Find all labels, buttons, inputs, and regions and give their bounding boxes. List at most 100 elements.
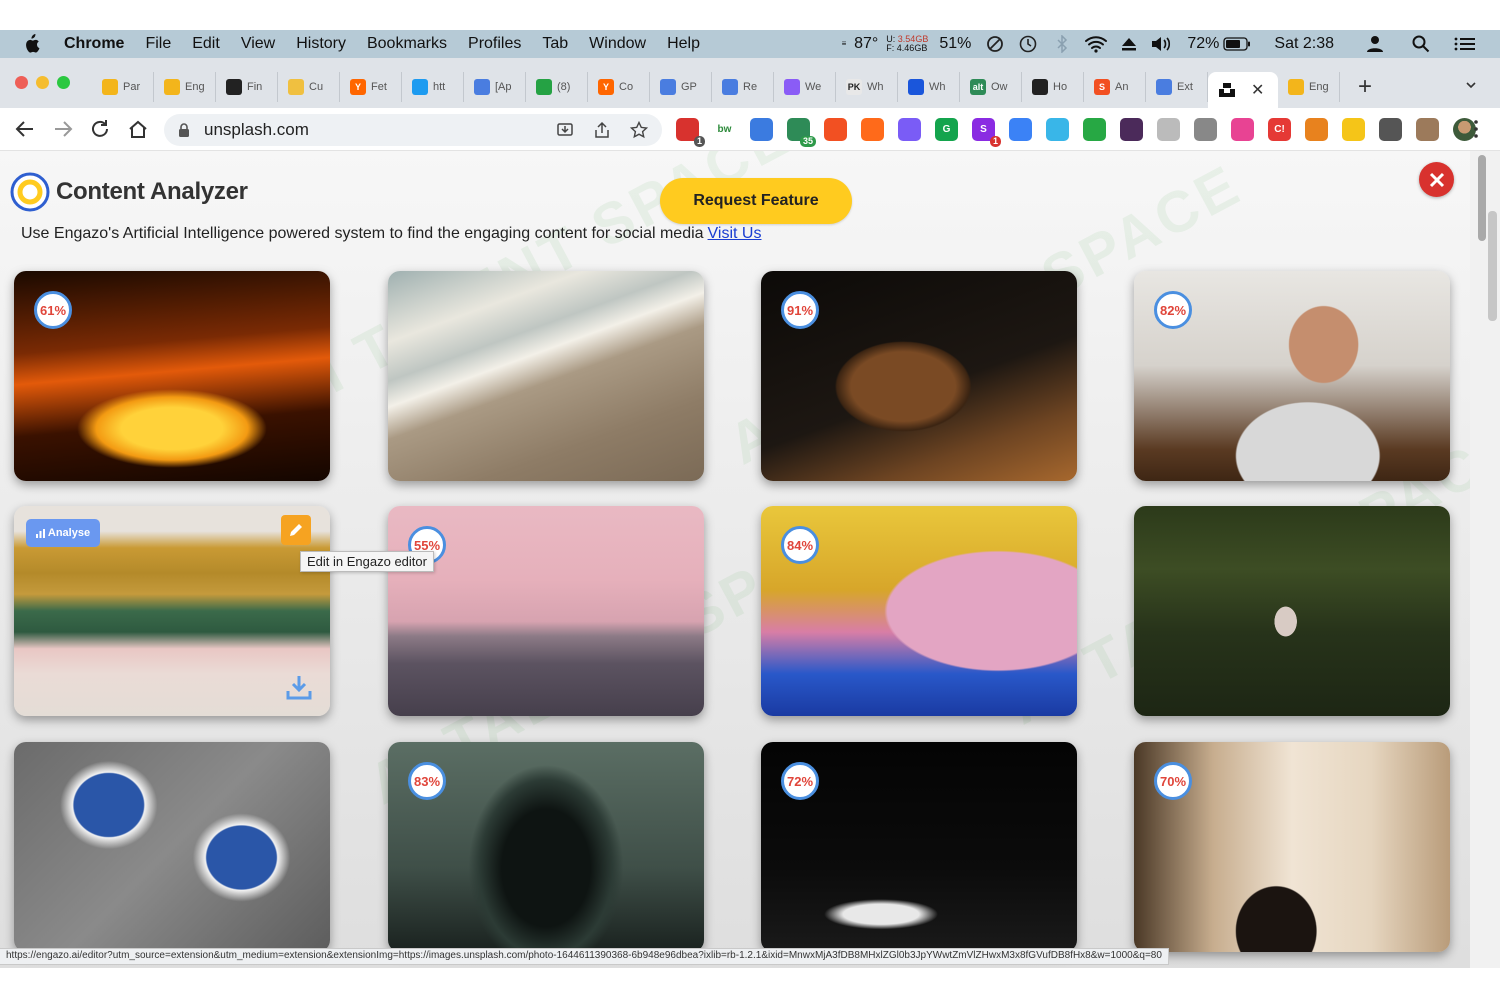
- extension-icon[interactable]: G: [935, 118, 958, 141]
- extension-icon[interactable]: [861, 118, 884, 141]
- lock-icon[interactable]: [178, 123, 190, 137]
- browser-tab[interactable]: Eng: [154, 72, 216, 102]
- extension-icon[interactable]: [1342, 118, 1365, 141]
- extension-icon[interactable]: [824, 118, 847, 141]
- browser-tab[interactable]: Eng: [1278, 72, 1340, 102]
- browser-tab[interactable]: Par: [92, 72, 154, 102]
- share-icon[interactable]: [593, 121, 611, 139]
- eject-icon[interactable]: [1120, 36, 1138, 52]
- menubar-clock[interactable]: Sat 2:38: [1274, 35, 1334, 53]
- tab-search-chevron-icon[interactable]: [1466, 80, 1476, 90]
- menu-tab[interactable]: Tab: [542, 35, 568, 53]
- image-card-escalator[interactable]: 83%: [388, 742, 704, 952]
- image-card-beach-wave[interactable]: [388, 271, 704, 481]
- memory-status[interactable]: U: 3.54GB F: 4.46GB: [886, 35, 928, 53]
- extension-icon[interactable]: [750, 118, 773, 141]
- close-analyzer-button[interactable]: [1419, 162, 1454, 197]
- browser-tab[interactable]: We: [774, 72, 836, 102]
- extension-icon[interactable]: [898, 118, 921, 141]
- spotlight-search-icon[interactable]: [1412, 35, 1430, 53]
- menu-history[interactable]: History: [296, 35, 346, 53]
- extension-icon[interactable]: [1416, 118, 1439, 141]
- forward-arrow-icon[interactable]: [52, 118, 74, 140]
- zoom-window-button[interactable]: [57, 76, 70, 89]
- image-card-pink-sea[interactable]: 55%: [388, 506, 704, 716]
- page-scrollbar[interactable]: [1470, 151, 1500, 968]
- menu-bookmarks[interactable]: Bookmarks: [367, 35, 447, 53]
- extension-icon[interactable]: [1379, 118, 1402, 141]
- extension-icon[interactable]: C!: [1268, 118, 1291, 141]
- volume-icon[interactable]: [1150, 36, 1172, 52]
- edit-in-editor-button[interactable]: [281, 515, 311, 545]
- extension-icon[interactable]: 35: [787, 118, 816, 147]
- image-card-knit-hats[interactable]: Analyse: [14, 506, 330, 716]
- browser-tab[interactable]: Wh: [898, 72, 960, 102]
- browser-tab[interactable]: Cu: [278, 72, 340, 102]
- address-bar[interactable]: unsplash.com: [164, 114, 662, 146]
- image-card-dark-cave[interactable]: 72%: [761, 742, 1077, 952]
- menu-view[interactable]: View: [241, 35, 275, 53]
- active-browser-tab[interactable]: ✕: [1208, 72, 1278, 108]
- browser-tab[interactable]: S An: [1084, 72, 1146, 102]
- browser-tab[interactable]: Re: [712, 72, 774, 102]
- analyse-button[interactable]: Analyse: [26, 519, 100, 547]
- inner-scrollbar-thumb[interactable]: [1488, 211, 1497, 321]
- image-card-taxi-motion[interactable]: 61%: [14, 271, 330, 481]
- temperature-status[interactable]: ≡ 87°: [842, 35, 879, 53]
- menu-window[interactable]: Window: [589, 35, 646, 53]
- apple-icon[interactable]: [22, 34, 40, 54]
- menu-app-name[interactable]: Chrome: [64, 35, 124, 53]
- extension-icon[interactable]: [1046, 118, 1069, 141]
- close-tab-icon[interactable]: ✕: [1251, 80, 1264, 100]
- bluetooth-icon[interactable]: [1056, 35, 1068, 53]
- menu-profiles[interactable]: Profiles: [468, 35, 521, 53]
- install-app-icon[interactable]: [556, 121, 574, 139]
- browser-tab[interactable]: [Ap: [464, 72, 526, 102]
- menu-file[interactable]: File: [145, 35, 171, 53]
- reload-icon[interactable]: [89, 118, 111, 140]
- extension-icon[interactable]: S1: [972, 118, 1001, 147]
- browser-tab[interactable]: Fin: [216, 72, 278, 102]
- extension-icon[interactable]: [1009, 118, 1032, 141]
- profile-avatar[interactable]: [1453, 118, 1476, 141]
- request-feature-button[interactable]: Request Feature: [660, 178, 852, 224]
- new-tab-button[interactable]: +: [1358, 73, 1372, 101]
- extension-icon[interactable]: [1120, 118, 1143, 141]
- image-card-coffee-bowl[interactable]: 91%: [761, 271, 1077, 481]
- extension-icon[interactable]: [1194, 118, 1217, 141]
- browser-tab[interactable]: htt: [402, 72, 464, 102]
- browser-tab[interactable]: (8): [526, 72, 588, 102]
- extension-icon[interactable]: [1083, 118, 1106, 141]
- bookmark-star-icon[interactable]: [630, 121, 648, 139]
- browser-tab[interactable]: GP: [650, 72, 712, 102]
- do-not-disturb-icon[interactable]: [986, 35, 1004, 53]
- visit-us-link[interactable]: Visit Us: [708, 225, 762, 242]
- battery-percent[interactable]: 72%: [1187, 35, 1219, 53]
- scrollbar-thumb[interactable]: [1478, 155, 1486, 241]
- time-machine-icon[interactable]: [1018, 34, 1038, 54]
- browser-tab[interactable]: Y Co: [588, 72, 650, 102]
- user-icon[interactable]: [1366, 35, 1384, 53]
- download-button[interactable]: [284, 673, 314, 701]
- close-window-button[interactable]: [15, 76, 28, 89]
- image-card-coins-stairs[interactable]: 84%: [761, 506, 1077, 716]
- browser-tab[interactable]: Ho: [1022, 72, 1084, 102]
- image-card-window-woman[interactable]: 70%: [1134, 742, 1450, 952]
- image-card-family-laptop[interactable]: 82%: [1134, 271, 1450, 481]
- extension-icon[interactable]: bw: [713, 118, 736, 141]
- extension-icon[interactable]: [1305, 118, 1328, 141]
- extension-icon[interactable]: [1157, 118, 1180, 141]
- minimize-window-button[interactable]: [36, 76, 49, 89]
- extension-icon[interactable]: [1231, 118, 1254, 141]
- browser-tab[interactable]: alt Ow: [960, 72, 1022, 102]
- home-icon[interactable]: [127, 118, 149, 140]
- cpu-status[interactable]: 51%: [939, 35, 971, 53]
- wifi-icon[interactable]: [1084, 35, 1108, 53]
- image-card-forest-girl[interactable]: [1134, 506, 1450, 716]
- battery-icon[interactable]: [1223, 37, 1251, 51]
- browser-tab[interactable]: Ext: [1146, 72, 1208, 102]
- extension-icon[interactable]: 1: [676, 118, 705, 147]
- browser-tab[interactable]: Y Fet: [340, 72, 402, 102]
- menu-help[interactable]: Help: [667, 35, 700, 53]
- image-card-sneakers[interactable]: [14, 742, 330, 952]
